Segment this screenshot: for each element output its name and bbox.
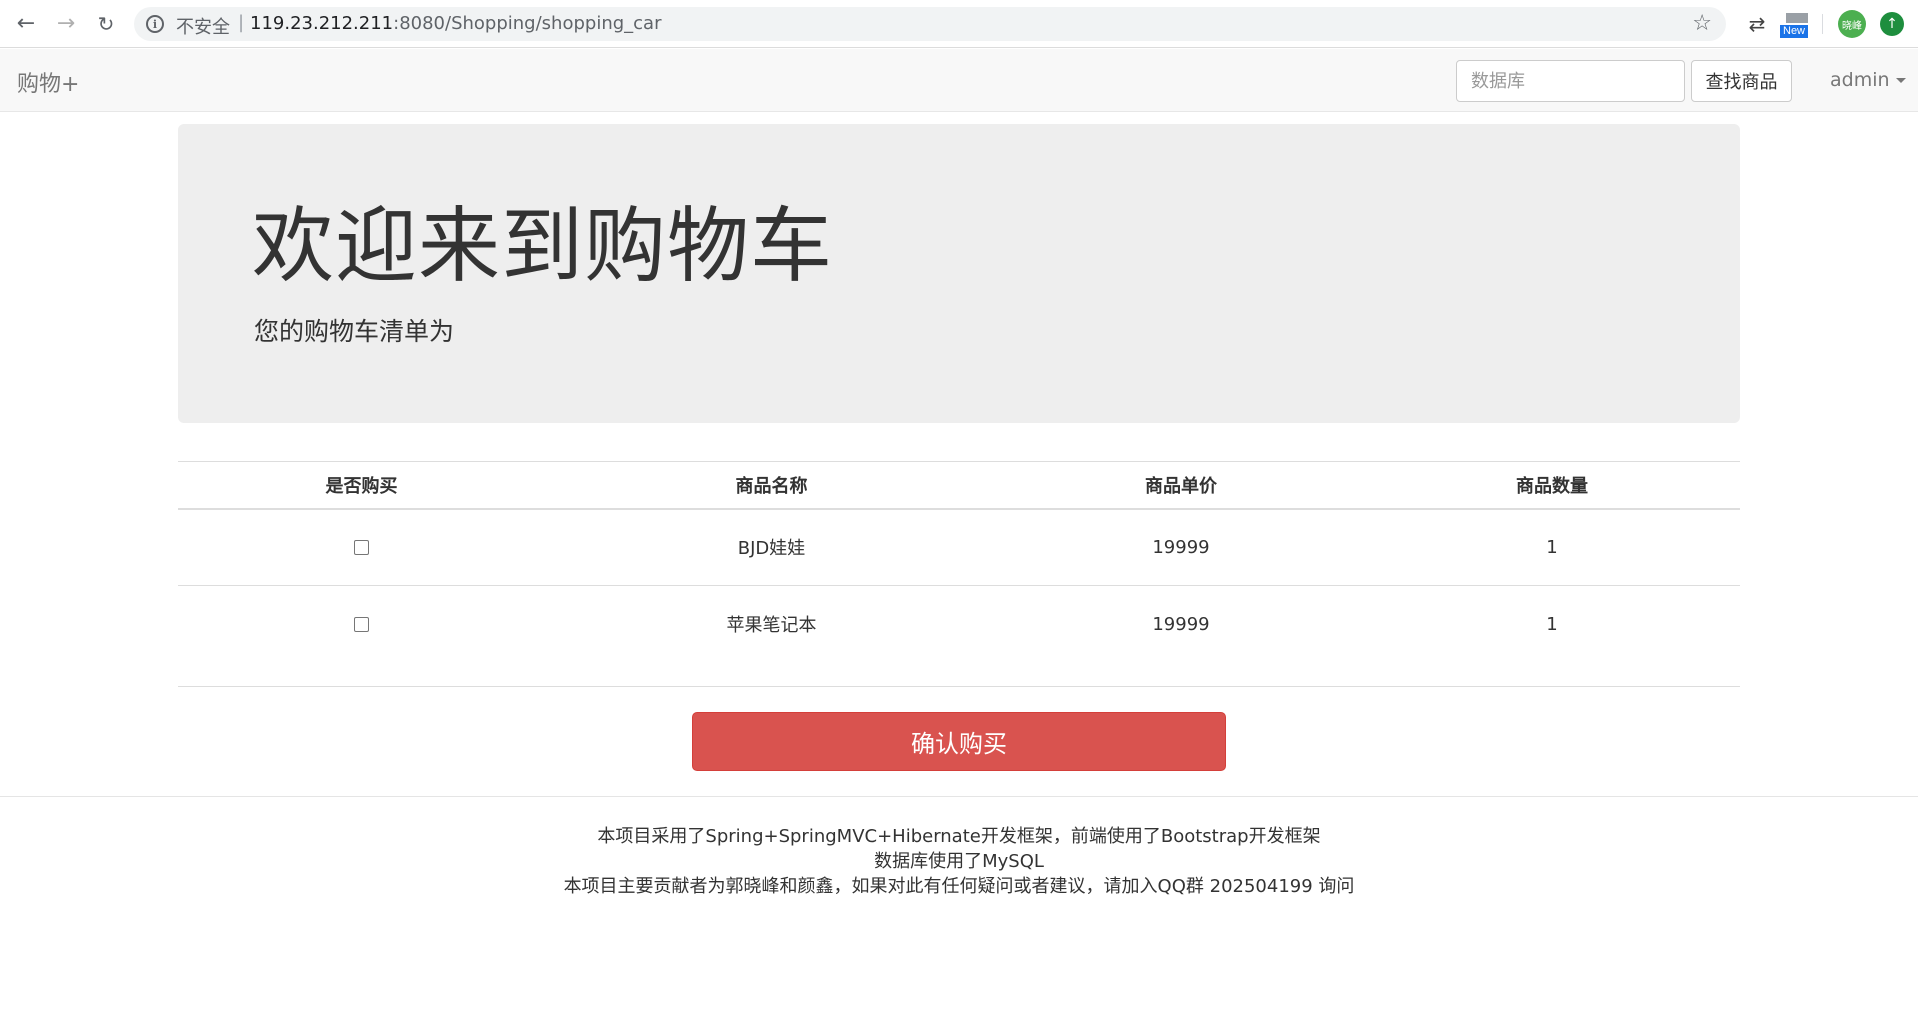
select-cell	[178, 586, 545, 663]
product-name: BJD娃娃	[545, 508, 998, 586]
footer-line-database: 数据库使用了MySQL	[874, 851, 1044, 872]
security-label: 不安全	[176, 17, 230, 38]
user-name: admin	[1830, 69, 1890, 91]
header-quantity: 商品数量	[1364, 461, 1740, 510]
caret-down-icon	[1895, 78, 1906, 83]
welcome-banner: 欢迎来到购物车 您的购物车清单为	[178, 124, 1740, 423]
toolbar-divider	[1822, 14, 1823, 34]
purchase-checkbox[interactable]	[354, 617, 369, 633]
new-extension-icon[interactable]: New	[1778, 10, 1814, 38]
browser-toolbar: ← → ↻ i 不安全 | 119.23.212.211:8080/Shoppi…	[0, 0, 1918, 48]
search-button[interactable]: 查找商品	[1691, 60, 1792, 102]
select-cell	[178, 508, 545, 586]
table-row: BJD娃娃 19999 1	[178, 508, 1740, 586]
forward-arrow-icon[interactable]: →	[52, 10, 80, 38]
address-bar[interactable]: i 不安全 | 119.23.212.211:8080/Shopping/sho…	[134, 7, 1726, 41]
confirm-purchase-button[interactable]: 确认购买	[692, 712, 1226, 771]
app-navbar: 购物+ 查找商品 admin	[0, 49, 1918, 112]
footer-divider	[0, 796, 1918, 797]
search-input[interactable]	[1456, 60, 1685, 102]
back-arrow-icon[interactable]: ←	[12, 10, 40, 38]
purchase-checkbox[interactable]	[354, 540, 369, 556]
url-path: :8080/Shopping/shopping_car	[393, 13, 662, 34]
product-quantity: 1	[1546, 613, 1558, 635]
bookmark-star-icon[interactable]: ☆	[1692, 11, 1712, 36]
user-dropdown[interactable]: admin	[1830, 69, 1906, 91]
table-header-row: 是否购买 商品名称 商品单价 商品数量	[178, 461, 1740, 510]
info-icon[interactable]: i	[146, 15, 164, 33]
page-title: 欢迎来到购物车	[252, 199, 834, 294]
product-price: 19999	[1152, 613, 1210, 635]
header-name: 商品名称	[545, 461, 998, 510]
translate-extension-icon[interactable]: ⇄	[1743, 10, 1771, 38]
update-arrow-icon[interactable]: ↑	[1880, 12, 1904, 36]
reload-icon[interactable]: ↻	[92, 10, 120, 38]
cart-table: 是否购买 商品名称 商品单价 商品数量 BJD娃娃 19999 1 苹果笔记本 …	[178, 461, 1740, 663]
extension-graphic	[1786, 13, 1808, 23]
new-badge: New	[1780, 25, 1809, 38]
footer-line-contributors: 本项目主要贡献者为郭晓峰和颜鑫，如果对此有任何疑问或者建议，请加入QQ群 202…	[563, 876, 1355, 897]
footer-line-framework: 本项目采用了Spring+SpringMVC+Hibernate开发框架，前端使…	[597, 826, 1321, 847]
table-divider	[178, 686, 1740, 687]
header-price: 商品单价	[998, 461, 1364, 510]
url-text[interactable]: 119.23.212.211:8080/Shopping/shopping_ca…	[250, 13, 662, 34]
header-select: 是否购买	[178, 461, 545, 510]
product-price: 19999	[998, 508, 1364, 586]
profile-avatar[interactable]: 晓峰	[1838, 10, 1866, 38]
brand-logo[interactable]: 购物+	[17, 66, 79, 98]
product-quantity: 1	[1364, 508, 1740, 586]
page-subtitle: 您的购物车清单为	[254, 317, 455, 346]
url-separator: |	[238, 12, 245, 33]
product-name: 苹果笔记本	[726, 615, 817, 637]
table-row: 苹果笔记本 19999 1	[178, 586, 1740, 663]
url-host: 119.23.212.211	[250, 13, 394, 34]
